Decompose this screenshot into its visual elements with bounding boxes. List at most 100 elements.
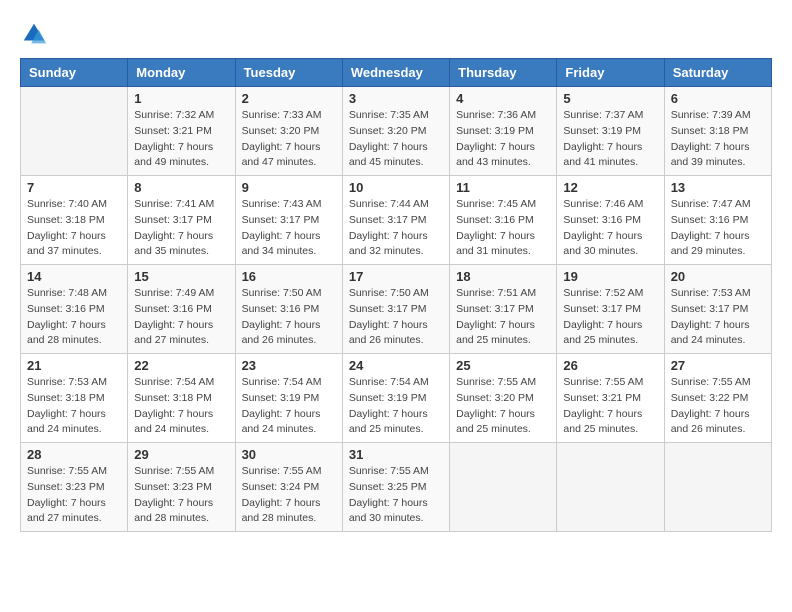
logo-icon	[20, 20, 48, 48]
day-number: 12	[563, 180, 657, 195]
day-number: 26	[563, 358, 657, 373]
day-info: Sunrise: 7:40 AMSunset: 3:18 PMDaylight:…	[27, 197, 121, 260]
day-number: 18	[456, 269, 550, 284]
calendar-cell: 26 Sunrise: 7:55 AMSunset: 3:21 PMDayligh…	[557, 354, 664, 443]
day-info: Sunrise: 7:35 AMSunset: 3:20 PMDaylight:…	[349, 108, 443, 171]
page-header	[20, 20, 772, 48]
day-info: Sunrise: 7:55 AMSunset: 3:22 PMDaylight:…	[671, 375, 765, 438]
day-info: Sunrise: 7:55 AMSunset: 3:23 PMDaylight:…	[27, 464, 121, 527]
calendar-cell: 3 Sunrise: 7:35 AMSunset: 3:20 PMDaylight…	[342, 87, 449, 176]
day-info: Sunrise: 7:44 AMSunset: 3:17 PMDaylight:…	[349, 197, 443, 260]
day-number: 27	[671, 358, 765, 373]
day-info: Sunrise: 7:55 AMSunset: 3:21 PMDaylight:…	[563, 375, 657, 438]
calendar-cell: 30 Sunrise: 7:55 AMSunset: 3:24 PMDayligh…	[235, 443, 342, 532]
day-info: Sunrise: 7:53 AMSunset: 3:18 PMDaylight:…	[27, 375, 121, 438]
calendar-cell: 17 Sunrise: 7:50 AMSunset: 3:17 PMDayligh…	[342, 265, 449, 354]
day-info: Sunrise: 7:55 AMSunset: 3:25 PMDaylight:…	[349, 464, 443, 527]
calendar-cell: 16 Sunrise: 7:50 AMSunset: 3:16 PMDayligh…	[235, 265, 342, 354]
calendar-cell: 27 Sunrise: 7:55 AMSunset: 3:22 PMDayligh…	[664, 354, 771, 443]
calendar-cell: 8 Sunrise: 7:41 AMSunset: 3:17 PMDaylight…	[128, 176, 235, 265]
calendar-cell: 20Sunrise: 7:53 AMSunset: 3:17 PMDayligh…	[664, 265, 771, 354]
weekday-header-row: SundayMondayTuesdayWednesdayThursdayFrid…	[21, 59, 772, 87]
calendar-cell: 14 Sunrise: 7:48 AMSunset: 3:16 PMDayligh…	[21, 265, 128, 354]
day-number: 1	[134, 91, 228, 106]
day-number: 10	[349, 180, 443, 195]
calendar-week-row: 14 Sunrise: 7:48 AMSunset: 3:16 PMDayligh…	[21, 265, 772, 354]
day-number: 3	[349, 91, 443, 106]
calendar-cell: 11 Sunrise: 7:45 AMSunset: 3:16 PMDayligh…	[450, 176, 557, 265]
weekday-header-thursday: Thursday	[450, 59, 557, 87]
day-info: Sunrise: 7:50 AMSunset: 3:16 PMDaylight:…	[242, 286, 336, 349]
calendar-cell: 21 Sunrise: 7:53 AMSunset: 3:18 PMDayligh…	[21, 354, 128, 443]
calendar-table: SundayMondayTuesdayWednesdayThursdayFrid…	[20, 58, 772, 532]
day-info: Sunrise: 7:41 AMSunset: 3:17 PMDaylight:…	[134, 197, 228, 260]
day-number: 17	[349, 269, 443, 284]
day-number: 21	[27, 358, 121, 373]
day-number: 25	[456, 358, 550, 373]
weekday-header-sunday: Sunday	[21, 59, 128, 87]
calendar-cell	[21, 87, 128, 176]
day-number: 23	[242, 358, 336, 373]
day-info: Sunrise: 7:50 AMSunset: 3:17 PMDaylight:…	[349, 286, 443, 349]
calendar-cell: 10 Sunrise: 7:44 AMSunset: 3:17 PMDayligh…	[342, 176, 449, 265]
calendar-cell: 4 Sunrise: 7:36 AMSunset: 3:19 PMDaylight…	[450, 87, 557, 176]
day-number: 2	[242, 91, 336, 106]
day-number: 19	[563, 269, 657, 284]
day-number: 15	[134, 269, 228, 284]
day-number: 20	[671, 269, 765, 284]
day-info: Sunrise: 7:39 AMSunset: 3:18 PMDaylight:…	[671, 108, 765, 171]
calendar-week-row: 1Sunrise: 7:32 AMSunset: 3:21 PMDaylight…	[21, 87, 772, 176]
weekday-header-tuesday: Tuesday	[235, 59, 342, 87]
weekday-header-saturday: Saturday	[664, 59, 771, 87]
day-number: 31	[349, 447, 443, 462]
calendar-cell: 22Sunrise: 7:54 AMSunset: 3:18 PMDayligh…	[128, 354, 235, 443]
calendar-week-row: 21 Sunrise: 7:53 AMSunset: 3:18 PMDayligh…	[21, 354, 772, 443]
weekday-header-wednesday: Wednesday	[342, 59, 449, 87]
calendar-cell: 29 Sunrise: 7:55 AMSunset: 3:23 PMDayligh…	[128, 443, 235, 532]
calendar-week-row: 28 Sunrise: 7:55 AMSunset: 3:23 PMDayligh…	[21, 443, 772, 532]
calendar-cell: 9Sunrise: 7:43 AMSunset: 3:17 PMDaylight…	[235, 176, 342, 265]
calendar-cell: 23 Sunrise: 7:54 AMSunset: 3:19 PMDayligh…	[235, 354, 342, 443]
calendar-cell	[450, 443, 557, 532]
day-number: 14	[27, 269, 121, 284]
day-number: 4	[456, 91, 550, 106]
day-info: Sunrise: 7:46 AMSunset: 3:16 PMDaylight:…	[563, 197, 657, 260]
calendar-cell: 15Sunrise: 7:49 AMSunset: 3:16 PMDayligh…	[128, 265, 235, 354]
day-info: Sunrise: 7:52 AMSunset: 3:17 PMDaylight:…	[563, 286, 657, 349]
weekday-header-monday: Monday	[128, 59, 235, 87]
day-info: Sunrise: 7:37 AMSunset: 3:19 PMDaylight:…	[563, 108, 657, 171]
day-info: Sunrise: 7:43 AMSunset: 3:17 PMDaylight:…	[242, 197, 336, 260]
calendar-cell: 5 Sunrise: 7:37 AMSunset: 3:19 PMDaylight…	[557, 87, 664, 176]
calendar-cell: 13 Sunrise: 7:47 AMSunset: 3:16 PMDayligh…	[664, 176, 771, 265]
day-info: Sunrise: 7:54 AMSunset: 3:19 PMDaylight:…	[242, 375, 336, 438]
day-info: Sunrise: 7:51 AMSunset: 3:17 PMDaylight:…	[456, 286, 550, 349]
day-number: 8	[134, 180, 228, 195]
calendar-cell: 12 Sunrise: 7:46 AMSunset: 3:16 PMDayligh…	[557, 176, 664, 265]
weekday-header-friday: Friday	[557, 59, 664, 87]
day-info: Sunrise: 7:47 AMSunset: 3:16 PMDaylight:…	[671, 197, 765, 260]
day-info: Sunrise: 7:48 AMSunset: 3:16 PMDaylight:…	[27, 286, 121, 349]
day-number: 28	[27, 447, 121, 462]
calendar-cell	[664, 443, 771, 532]
day-number: 29	[134, 447, 228, 462]
calendar-cell: 28 Sunrise: 7:55 AMSunset: 3:23 PMDayligh…	[21, 443, 128, 532]
day-number: 24	[349, 358, 443, 373]
calendar-cell: 19 Sunrise: 7:52 AMSunset: 3:17 PMDayligh…	[557, 265, 664, 354]
day-number: 11	[456, 180, 550, 195]
day-info: Sunrise: 7:55 AMSunset: 3:20 PMDaylight:…	[456, 375, 550, 438]
calendar-cell: 24Sunrise: 7:54 AMSunset: 3:19 PMDayligh…	[342, 354, 449, 443]
calendar-cell	[557, 443, 664, 532]
day-number: 5	[563, 91, 657, 106]
day-info: Sunrise: 7:45 AMSunset: 3:16 PMDaylight:…	[456, 197, 550, 260]
calendar-cell: 6Sunrise: 7:39 AMSunset: 3:18 PMDaylight…	[664, 87, 771, 176]
calendar-cell: 2Sunrise: 7:33 AMSunset: 3:20 PMDaylight…	[235, 87, 342, 176]
day-info: Sunrise: 7:55 AMSunset: 3:23 PMDaylight:…	[134, 464, 228, 527]
day-number: 13	[671, 180, 765, 195]
day-info: Sunrise: 7:36 AMSunset: 3:19 PMDaylight:…	[456, 108, 550, 171]
day-number: 16	[242, 269, 336, 284]
calendar-cell: 1Sunrise: 7:32 AMSunset: 3:21 PMDaylight…	[128, 87, 235, 176]
day-info: Sunrise: 7:55 AMSunset: 3:24 PMDaylight:…	[242, 464, 336, 527]
day-number: 30	[242, 447, 336, 462]
day-number: 22	[134, 358, 228, 373]
calendar-cell: 31 Sunrise: 7:55 AMSunset: 3:25 PMDayligh…	[342, 443, 449, 532]
